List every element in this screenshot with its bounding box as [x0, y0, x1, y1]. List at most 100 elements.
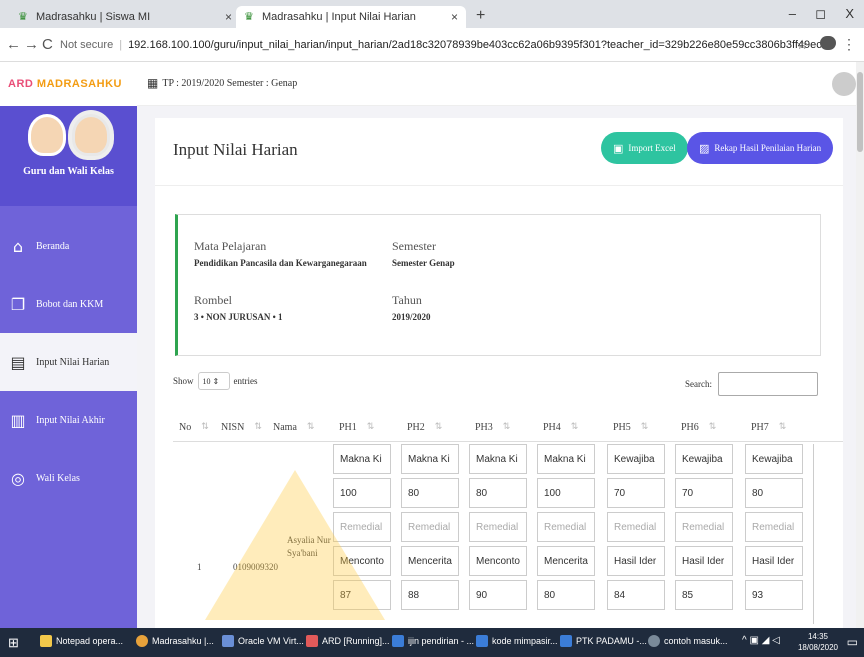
forward-icon[interactable]: →: [24, 36, 39, 53]
th-nama[interactable]: Nama ⇅: [273, 422, 314, 433]
th-ph3[interactable]: PH3 ⇅: [475, 422, 510, 433]
rekap-button[interactable]: ▨ Rekap Hasil Penilaian Harian: [687, 132, 834, 164]
show-label: Show: [173, 376, 194, 386]
sidebar-item-input-nilai-akhir[interactable]: ▥ Input Nilai Akhir: [0, 391, 137, 449]
remedial-input[interactable]: Remedial: [745, 512, 803, 542]
url-field[interactable]: Not secure | 192.168.100.100/guru/input_…: [60, 33, 830, 57]
menu-kebab-icon[interactable]: ⋮: [842, 36, 856, 53]
page-scrollbar[interactable]: [856, 62, 864, 628]
ph-input[interactable]: Kewajiba: [607, 444, 665, 474]
ph-input[interactable]: Menconto: [469, 546, 527, 576]
ph-input[interactable]: 84: [607, 580, 665, 610]
ph-input[interactable]: 80: [745, 478, 803, 508]
sort-icon: ⇅: [306, 422, 315, 432]
ph-input[interactable]: 88: [401, 580, 459, 610]
brand-logo[interactable]: ARD MADRASAHKU: [0, 62, 137, 106]
tab-siswa[interactable]: ♛ Madrasahku | Siswa MI ×: [10, 6, 240, 28]
sidebar-item-wali-kelas[interactable]: ◎ Wali Kelas: [0, 449, 137, 507]
ph-input[interactable]: Hasil Ider: [675, 546, 733, 576]
ph-input[interactable]: Mencerita: [537, 546, 595, 576]
close-window-button[interactable]: X: [845, 6, 854, 21]
sidebar-item-input-nilai-harian[interactable]: ▤ Input Nilai Harian: [0, 333, 137, 391]
maximize-button[interactable]: ◻: [815, 6, 826, 22]
ph-input[interactable]: 85: [675, 580, 733, 610]
ph-input[interactable]: Mencerita: [401, 546, 459, 576]
search-label: Search:: [685, 379, 712, 389]
address-bar: ← → C Not secure | 192.168.100.100/guru/…: [0, 28, 864, 62]
th-ph7[interactable]: PH7 ⇅: [751, 422, 786, 433]
remedial-input[interactable]: Remedial: [607, 512, 665, 542]
sidebar-item-beranda[interactable]: ⌂ Beranda: [0, 217, 137, 275]
remedial-input[interactable]: Remedial: [469, 512, 527, 542]
notification-icon[interactable]: ▭: [847, 635, 858, 649]
th-nisn[interactable]: NISN ⇅: [221, 422, 262, 433]
user-role-label: Guru dan Wali Kelas: [23, 166, 114, 177]
back-icon[interactable]: ←: [6, 36, 21, 53]
ph-input[interactable]: 70: [675, 478, 733, 508]
ph-input[interactable]: 80: [537, 580, 595, 610]
ph-input[interactable]: Kewajiba: [675, 444, 733, 474]
sidebar-item-bobot[interactable]: ❐ Bobot dan KKM: [0, 275, 137, 333]
extension-icon[interactable]: [820, 36, 836, 50]
entries-label: entries: [233, 376, 258, 386]
favicon-icon: ♛: [244, 11, 254, 23]
user-avatar[interactable]: [832, 72, 856, 96]
ph-input[interactable]: 80: [401, 478, 459, 508]
new-tab-button[interactable]: +: [476, 7, 485, 25]
th-no[interactable]: No ⇅: [179, 422, 209, 433]
ph-input[interactable]: Kewajiba: [745, 444, 803, 474]
sort-icon: ⇅: [201, 422, 209, 432]
rombel-field: Rombel 3 • NON JURUSAN • 1: [194, 293, 283, 322]
tab-title: Madrasahku | Input Nilai Harian: [262, 11, 416, 23]
sidebar: ARD MADRASAHKU Guru dan Wali Kelas ⌂ Ber…: [0, 62, 137, 628]
logo-text: ARD MADRASAHKU: [8, 78, 122, 90]
ph-input[interactable]: 100: [537, 478, 595, 508]
taskbar-item[interactable]: ijin pendirian - ...: [392, 635, 474, 647]
taskbar-item[interactable]: contoh masuk...: [648, 635, 728, 647]
windows-start-icon[interactable]: ⊞: [8, 635, 19, 651]
taskbar-clock[interactable]: 14:35 18/08/2020: [798, 631, 838, 653]
sort-icon: ⇅: [778, 422, 787, 432]
th-ph4[interactable]: PH4 ⇅: [543, 422, 578, 433]
rombel-label: Rombel: [194, 293, 232, 307]
sidebar-item-label: Beranda: [36, 240, 70, 252]
th-ph5[interactable]: PH5 ⇅: [613, 422, 648, 433]
page-title: Input Nilai Harian: [173, 140, 298, 159]
th-ph6[interactable]: PH6 ⇅: [681, 422, 716, 433]
ph-input[interactable]: Makna Ki: [469, 444, 527, 474]
ph-input[interactable]: 70: [607, 478, 665, 508]
bookmark-star-icon[interactable]: ☆: [796, 37, 808, 53]
taskbar-item[interactable]: Madrasahku |...: [136, 635, 214, 647]
scrollbar-thumb[interactable]: [857, 72, 863, 152]
ph-input[interactable]: 93: [745, 580, 803, 610]
ph-input[interactable]: 90: [469, 580, 527, 610]
ph-input[interactable]: 80: [469, 478, 527, 508]
taskbar-item[interactable]: ARD [Running]...: [306, 635, 390, 647]
ph-input[interactable]: Makna Ki: [401, 444, 459, 474]
th-ph2[interactable]: PH2 ⇅: [407, 422, 442, 433]
browser-tab-bar: ♛ Madrasahku | Siswa MI × ♛ Madrasahku |…: [0, 0, 864, 28]
minimize-button[interactable]: –: [789, 6, 796, 21]
search-input[interactable]: [718, 372, 818, 396]
taskbar-item[interactable]: kode mimpasir...: [476, 635, 558, 647]
taskbar-item[interactable]: PTK PADAMU -...: [560, 635, 647, 647]
tahun-label: Tahun: [392, 293, 422, 307]
close-tab-icon[interactable]: ×: [451, 10, 458, 24]
tab-input-nilai[interactable]: ♛ Madrasahku | Input Nilai Harian ×: [236, 6, 466, 28]
taskbar-item[interactable]: Notepad opera...: [40, 635, 123, 647]
entries-select[interactable]: 10 ⇕: [197, 372, 230, 390]
teacher-female-avatar: [71, 114, 110, 156]
taskbar-item[interactable]: Oracle VM Virt...: [222, 635, 304, 647]
ph-input[interactable]: Hasil Ider: [745, 546, 803, 576]
not-secure-label[interactable]: Not secure: [60, 39, 113, 51]
reload-icon[interactable]: C: [42, 36, 53, 53]
remedial-input[interactable]: Remedial: [401, 512, 459, 542]
ph-input[interactable]: Hasil Ider: [607, 546, 665, 576]
remedial-input[interactable]: Remedial: [675, 512, 733, 542]
close-tab-icon[interactable]: ×: [225, 10, 232, 24]
remedial-input[interactable]: Remedial: [537, 512, 595, 542]
th-ph1[interactable]: PH1 ⇅: [339, 422, 374, 433]
system-tray-icons[interactable]: ^ ▣ ◢ ◁: [742, 635, 780, 646]
ph-input[interactable]: Makna Ki: [537, 444, 595, 474]
import-excel-button[interactable]: ▣ Import Excel: [601, 132, 688, 164]
